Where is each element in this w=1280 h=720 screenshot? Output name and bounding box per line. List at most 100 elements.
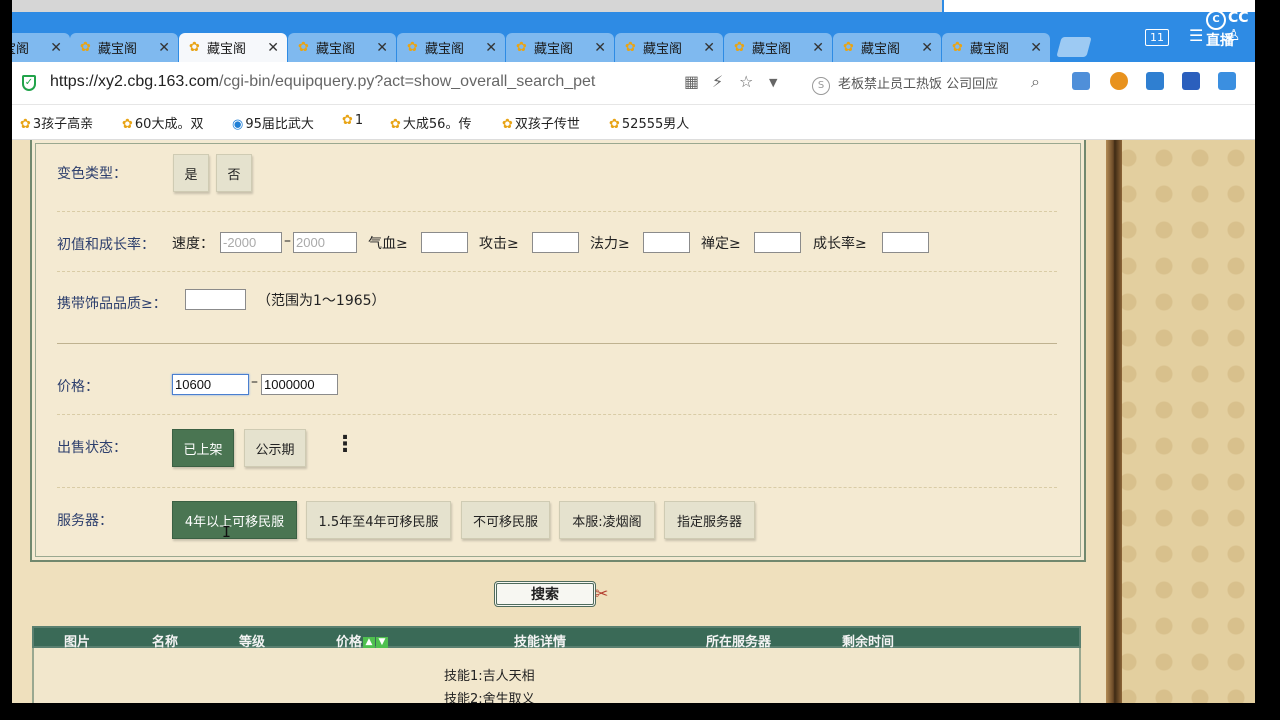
bookmark-label: 3孩子高亲 — [32, 117, 94, 132]
tab-label: 藏宝阁 — [752, 42, 792, 57]
divider — [57, 343, 1057, 344]
tab-close-icon[interactable]: ✕ — [376, 40, 388, 56]
bookmark-item[interactable]: ◉ 95届比武大 — [232, 113, 314, 132]
window-top-strip — [12, 0, 942, 12]
results-header: 图片 名称 等级 价格 ▲ ▼ 技能详情 所在服务器 剩余时间 — [32, 626, 1081, 650]
color-type-yes-button[interactable]: 是 — [173, 154, 209, 192]
bookmark-item[interactable]: ✿ 双孩子传世 — [502, 113, 580, 132]
status-preview-button[interactable]: 公示期 — [244, 429, 306, 467]
price-min-input[interactable]: 10600 — [172, 374, 249, 395]
color-type-label: 变色类型： — [57, 166, 127, 182]
tab-label: 藏宝阁 — [207, 42, 247, 57]
decorative-scroll-rail — [1106, 140, 1122, 703]
tab-strip: ✿ 藏宝阁 ✕ ✿ 藏宝阁 ✕ ✿ 藏宝阁 ✕ ✿ 藏宝阁 ✕ ✿ 藏宝阁 ✕ ✿ 藏宝阁 ✕ ✿ 藏宝阁 ✕ ✿ 藏宝阁 ✕… — [12, 0, 1255, 62]
tab-label: 藏宝阁 — [643, 42, 683, 57]
tab-close-icon[interactable]: ✕ — [1030, 40, 1042, 56]
price-max-input[interactable]: 1000000 — [261, 374, 338, 395]
accessory-quality-input[interactable] — [185, 289, 246, 310]
skill-line: 技能2:舍生取义 — [444, 692, 535, 703]
tab-label: 藏宝阁 — [861, 42, 901, 57]
bookmark-item[interactable]: ✿ 60大成。双 — [122, 113, 203, 132]
divider — [57, 271, 1057, 272]
browser-tab[interactable]: ✿ 藏宝阁 ✕ — [70, 33, 178, 62]
bookmark-label: 双孩子传世 — [514, 117, 580, 132]
sort-up-icon[interactable]: ▲ — [363, 637, 376, 648]
star-icon[interactable]: ☆ — [739, 72, 753, 91]
browser-tab[interactable]: ✿ 藏宝阁 ✕ — [397, 33, 505, 62]
lightning-icon[interactable]: ⚡ — [712, 72, 723, 91]
tab-favicon-icon: ✿ — [843, 39, 854, 55]
hp-input[interactable] — [421, 232, 468, 253]
accessory-label: 携带饰品品质≥： — [57, 296, 167, 312]
address-bar: ✓ https://xy2.cbg.163.com/cgi-bin/equipq… — [12, 62, 1255, 105]
menu-icon[interactable]: ☰ — [1189, 26, 1203, 45]
search-suggestion[interactable]: S 老板禁止员工热饭 公司回应 — [812, 73, 1032, 95]
bookmark-item[interactable]: ✿ 3孩子高亲 — [20, 113, 93, 132]
tab-close-icon[interactable]: ✕ — [921, 40, 933, 56]
color-type-no-button[interactable]: 否 — [216, 154, 252, 192]
zen-input[interactable] — [754, 232, 801, 253]
tab-close-icon[interactable]: ✕ — [50, 40, 62, 56]
bookmark-item[interactable]: ✿ 大成56。传 — [390, 113, 471, 132]
page-content: 变色类型： 是 否 初值和成长率： 速度： -2000 – 2000 气血≥ 攻… — [12, 140, 1255, 703]
watermark-logo: C CC直播 — [1206, 10, 1255, 50]
speed-min-input[interactable]: -2000 — [220, 232, 282, 253]
qr-code-icon[interactable]: ▦ — [684, 72, 699, 91]
attack-label: 攻击≥ — [479, 236, 519, 252]
extension-icon-1[interactable] — [1072, 72, 1090, 90]
tab-close-icon[interactable]: ✕ — [267, 40, 279, 56]
url-host: https://xy2.cbg.163.com — [50, 73, 219, 90]
tab-close-icon[interactable]: ✕ — [158, 40, 170, 56]
tab-favicon-icon: ✿ — [625, 39, 636, 55]
sort-down-icon[interactable]: ▼ — [376, 637, 389, 648]
browser-tab[interactable]: ✿藏宝阁✕ — [12, 33, 70, 62]
browser-tab[interactable]: ✿藏宝阁✕ — [724, 33, 832, 62]
more-options-icon[interactable]: ⋮ — [334, 432, 356, 457]
growth-rate-input[interactable] — [882, 232, 929, 253]
tab-close-icon[interactable]: ✕ — [703, 40, 715, 56]
browser-tab[interactable]: ✿藏宝阁✕ — [179, 33, 287, 62]
tab-close-icon[interactable]: ✕ — [812, 40, 824, 56]
bookmark-globe-icon: ◉ — [232, 117, 244, 132]
secure-shield-icon[interactable]: ✓ — [22, 75, 36, 91]
search-icon[interactable]: ⌕ — [1031, 72, 1040, 92]
range-dash: – — [284, 233, 291, 249]
translate-icon[interactable] — [1146, 72, 1164, 90]
server-specify-button[interactable]: 指定服务器 — [664, 501, 755, 539]
attack-input[interactable] — [532, 232, 579, 253]
key-icon[interactable] — [1110, 72, 1128, 90]
chevron-down-icon[interactable]: ▼ — [769, 76, 777, 89]
tab-close-icon[interactable]: ✕ — [485, 40, 497, 56]
tab-close-icon[interactable]: ✕ — [594, 40, 606, 56]
tab-label: 藏宝阁 — [425, 42, 465, 57]
word-icon[interactable] — [1182, 72, 1200, 90]
browser-tab[interactable]: ✿藏宝阁✕ — [288, 33, 396, 62]
tab-favicon-icon: ✿ — [80, 39, 91, 55]
status-listed-button[interactable]: 已上架 — [172, 429, 234, 467]
bookmark-item[interactable]: ✿ 1 — [342, 113, 363, 128]
tab-label: 藏宝阁 — [98, 42, 138, 57]
new-tab-button[interactable] — [1056, 37, 1092, 57]
bookmark-chick-icon: ✿ — [502, 117, 513, 132]
search-button[interactable]: 搜索 — [494, 581, 596, 607]
server-no-migrate-button[interactable]: 不可移民服 — [461, 501, 550, 539]
server-4yr-migrate-button[interactable]: 4年以上可移民服 — [172, 501, 297, 539]
browser-tab[interactable]: ✿ 藏宝阁 ✕ — [833, 33, 941, 62]
speed-max-input[interactable]: 2000 — [293, 232, 357, 253]
url-field[interactable]: https://xy2.cbg.163.com/cgi-bin/equipque… — [50, 73, 595, 91]
server-1-5yr-migrate-button[interactable]: 1.5年至4年可移民服 — [306, 501, 451, 539]
mana-input[interactable] — [643, 232, 690, 253]
divider — [57, 211, 1057, 212]
tab-count-button[interactable]: 11 — [1145, 29, 1169, 46]
bookmark-item[interactable]: ✿ 52555男人 — [609, 113, 689, 132]
decorative-background — [1110, 140, 1255, 703]
bookmark-label: 60大成。双 — [134, 117, 204, 132]
screen-icon[interactable] — [1218, 72, 1236, 90]
growth-label: 初值和成长率： — [57, 237, 155, 253]
server-current-button[interactable]: 本服:凌烟阁 — [559, 501, 655, 539]
browser-tab[interactable]: ✿ 藏宝阁 ✕ — [615, 33, 723, 62]
tab-favicon-icon: ✿ — [407, 39, 418, 55]
browser-tab[interactable]: ✿藏宝阁✕ — [942, 33, 1050, 62]
bookmark-chick-icon: ✿ — [609, 117, 620, 132]
browser-tab[interactable]: ✿藏宝阁✕ — [506, 33, 614, 62]
